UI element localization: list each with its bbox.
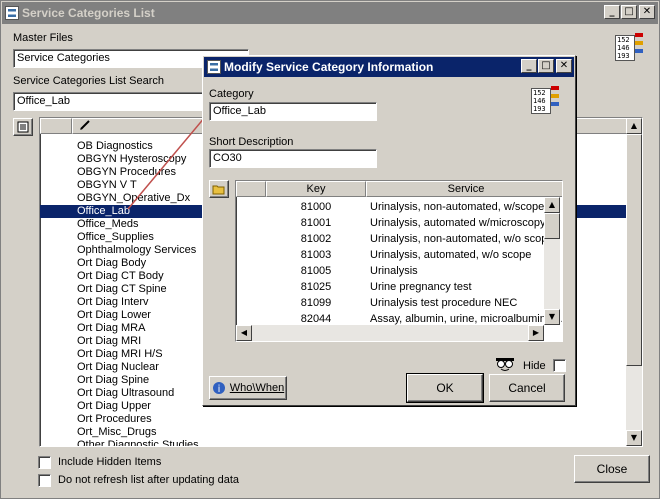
pencil-icon (80, 120, 90, 130)
service-row[interactable]: 81001Urinalysis, automated w/microscopy✔ (266, 215, 562, 231)
modify-dialog: Modify Service Category Information _ □ … (202, 55, 576, 406)
category-list-item[interactable]: Ort_Misc_Drugs (40, 426, 628, 439)
maximize-button[interactable]: □ (621, 5, 637, 19)
app-icon (5, 6, 19, 20)
service-name: Urinalysis, non-automated, w/scope (370, 201, 545, 213)
short-description-label: Short Description (209, 136, 294, 148)
service-key: 81099 (300, 297, 332, 309)
main-title-bar[interactable]: Service Categories List (2, 2, 658, 24)
service-row[interactable]: 81003Urinalysis, automated, w/o scope✔ (266, 247, 562, 263)
service-row[interactable]: 81099Urinalysis test procedure NEC✔ (266, 295, 562, 311)
service-row[interactable]: 81025Urine pregnancy test✔ (266, 279, 562, 295)
who-when-button[interactable]: i Who\When (209, 376, 287, 400)
cancel-button[interactable]: Cancel (489, 374, 565, 402)
category-list-item[interactable]: Other Diagnostic Studies (40, 439, 628, 446)
short-description-input[interactable]: CO30 (209, 149, 377, 168)
dialog-minimize-button[interactable]: _ (521, 59, 537, 73)
services-vscroll[interactable]: ▲ ▼ (544, 197, 560, 325)
scroll-thumb[interactable] (626, 134, 642, 366)
hide-checkbox[interactable] (553, 359, 566, 372)
service-name: Urinalysis test procedure NEC (370, 297, 518, 309)
service-name: Urinalysis (370, 265, 418, 277)
include-hidden-checkbox[interactable] (38, 456, 51, 469)
service-key: 81000 (300, 201, 332, 213)
scroll-down-icon[interactable]: ▼ (626, 430, 642, 446)
ok-button[interactable]: OK (406, 373, 484, 403)
open-folder-icon[interactable] (209, 180, 229, 198)
scroll-up-icon[interactable]: ▲ (626, 118, 642, 134)
list-header-blank (40, 118, 72, 134)
grid-header-service[interactable]: Service (366, 181, 562, 197)
services-scroll-down-icon[interactable]: ▼ (544, 309, 560, 325)
service-key: 81001 (300, 217, 332, 229)
dialog-title: Modify Service Category Information (224, 60, 434, 74)
service-key: 81003 (300, 249, 332, 261)
category-list-item[interactable]: Ort Procedures (40, 413, 628, 426)
service-row[interactable]: 81000Urinalysis, non-automated, w/scope✔ (266, 199, 562, 215)
user-info-icon: i (212, 382, 225, 395)
service-name: Urinalysis, automated w/microscopy (370, 217, 546, 229)
master-files-label: Master Files (13, 32, 73, 44)
include-hidden-label: Include Hidden Items (58, 456, 162, 468)
services-scroll-up-icon[interactable]: ▲ (544, 197, 560, 213)
who-when-label: Who\When (229, 382, 285, 394)
services-scroll-right-icon[interactable]: ▶ (528, 325, 544, 341)
main-window-title: Service Categories List (22, 6, 155, 20)
grid-header-blank (236, 181, 266, 197)
close-button[interactable]: Close (574, 455, 650, 483)
list-options-icon[interactable] (13, 118, 33, 136)
hide-label: Hide (523, 360, 546, 372)
dialog-title-bar[interactable]: Modify Service Category Information (204, 57, 574, 77)
dialog-maximize-button[interactable]: □ (538, 59, 554, 73)
services-scroll-left-icon[interactable]: ◀ (236, 325, 252, 341)
service-name: Urinalysis, automated, w/o scope (370, 249, 532, 261)
minimize-button[interactable]: _ (604, 5, 620, 19)
no-refresh-checkbox[interactable] (38, 474, 51, 487)
category-label: Category (209, 88, 254, 100)
services-hscroll[interactable]: ◀ ▶ (236, 325, 544, 341)
services-grid[interactable]: Key Service 81000 Urinalysis, non-automat… (235, 180, 563, 342)
dialog-close-button[interactable]: ✕ (556, 59, 572, 73)
close-window-button[interactable]: ✕ (639, 5, 655, 19)
svg-text:i: i (217, 384, 220, 395)
service-name: Urine pregnancy test (370, 281, 472, 293)
services-scroll-thumb[interactable] (544, 213, 560, 239)
service-name: Urinalysis, non-automated, w/o scope (370, 233, 554, 245)
service-row[interactable]: 81005Urinalysis✔ (266, 263, 562, 279)
no-refresh-label: Do not refresh list after updating data (58, 474, 239, 486)
service-key: 81002 (300, 233, 332, 245)
service-row[interactable]: 81002 Urinalysis, non-automated, w/o scop… (266, 231, 562, 247)
dialog-catalog-icon: 152 146 193 (531, 84, 561, 116)
service-key: 81005 (300, 265, 332, 277)
grid-header-key[interactable]: Key (266, 181, 366, 197)
disguise-glasses-icon (496, 358, 514, 371)
search-label: Service Categories List Search (13, 75, 165, 87)
service-key: 81025 (300, 281, 332, 293)
category-input[interactable]: Office_Lab (209, 102, 377, 121)
catalog-icon: 152 146 193 (615, 31, 645, 63)
categories-scrollbar[interactable]: ▲ ▼ (626, 118, 642, 446)
dialog-app-icon (207, 60, 221, 74)
